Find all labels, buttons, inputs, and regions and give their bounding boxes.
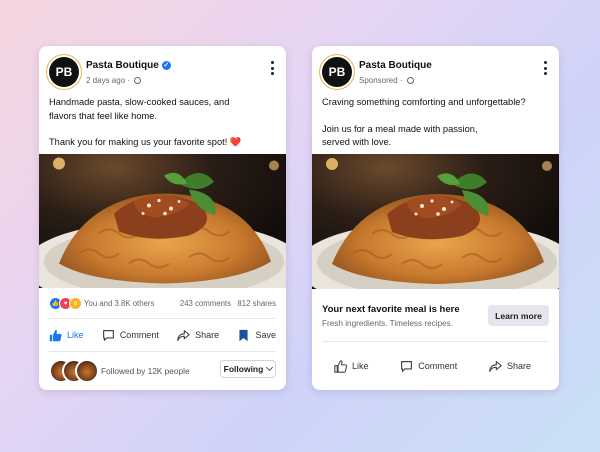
divider (322, 341, 549, 342)
page-name[interactable]: Pasta Boutique (359, 60, 432, 71)
more-options-icon[interactable] (543, 61, 547, 75)
share-label: Share (506, 361, 531, 371)
sponsored-label[interactable]: Sponsored (359, 76, 398, 85)
page-avatar[interactable]: PB (49, 57, 79, 87)
save-label: Save (255, 330, 276, 340)
pasta-photo (312, 154, 559, 289)
heart-emoji: ❤️ (229, 137, 242, 147)
post-text: Craving something comforting and unforge… (322, 96, 549, 163)
save-button[interactable]: Save (237, 329, 276, 342)
following-button[interactable]: Following (220, 360, 276, 378)
post-meta: Sponsored · (359, 76, 414, 85)
call-to-action: Your next favorite meal is here Fresh in… (322, 303, 549, 333)
followers-row: Followed by 12K people Following (49, 359, 276, 383)
page-name-text[interactable]: Pasta Boutique (86, 60, 159, 71)
post-actions: Like Comment Share Save (49, 325, 276, 345)
more-options-icon[interactable] (270, 61, 274, 75)
post-timestamp[interactable]: 2 days ago (86, 76, 125, 85)
sponsored-post-card: PB Pasta Boutique Sponsored · Craving so… (312, 46, 559, 390)
post-image[interactable] (39, 154, 286, 288)
cta-description: Fresh ingredients. Timeless recipes. (322, 319, 454, 328)
like-label: Like (67, 330, 84, 340)
post-actions: Like Comment Share (334, 356, 531, 376)
organic-post-card: PB Pasta Boutique ✓ 2 days ago · Handmade… (39, 46, 286, 390)
share-icon (489, 360, 502, 372)
post-text-line: Join us for a meal made with passion, (322, 123, 478, 134)
post-text-line: flavors that feel like home. (49, 110, 157, 121)
bookmark-icon (239, 329, 249, 341)
share-label: Share (195, 330, 220, 340)
following-label: Following (223, 364, 264, 374)
engagement-stats: 👍 ♥ o You and 3.8K others 243 comments 8… (49, 297, 276, 311)
post-header: PB Pasta Boutique Sponsored · (322, 57, 549, 89)
comment-label: Comment (119, 330, 159, 340)
page-avatar[interactable]: PB (322, 57, 352, 87)
wow-reaction-icon: o (69, 297, 82, 310)
divider (49, 318, 276, 319)
reactions-count[interactable]: You and 3.8K others (84, 299, 154, 308)
share-button[interactable]: Share (489, 360, 531, 373)
post-text-line: served with love. (322, 137, 392, 147)
comment-icon (102, 329, 114, 341)
comment-icon (401, 360, 413, 372)
globe-icon (134, 77, 142, 84)
verified-badge-icon: ✓ (161, 61, 171, 70)
divider (49, 351, 276, 352)
like-label: Like (352, 361, 369, 371)
post-text-line: Thank you for making us your favorite sp… (49, 137, 228, 147)
pasta-photo (39, 154, 286, 288)
post-text: Handmade pasta, slow-cooked sauces, and f… (49, 96, 276, 163)
share-button[interactable]: Share (177, 329, 219, 342)
share-icon (177, 329, 190, 341)
thumbs-up-icon (49, 329, 62, 341)
shares-count[interactable]: 812 shares (237, 299, 276, 308)
reaction-icons[interactable]: 👍 ♥ o (49, 297, 82, 310)
chevron-down-icon (266, 363, 274, 372)
page-name[interactable]: Pasta Boutique ✓ (86, 60, 171, 71)
cta-headline[interactable]: Your next favorite meal is here (322, 304, 460, 315)
like-button[interactable]: Like (49, 329, 84, 342)
post-text-line: Craving something comforting and unforge… (322, 97, 526, 107)
follower-avatar[interactable] (75, 359, 99, 383)
learn-more-button[interactable]: Learn more (488, 305, 549, 326)
comment-button[interactable]: Comment (102, 329, 159, 342)
comments-count[interactable]: 243 comments (180, 299, 231, 308)
comment-label: Comment (418, 361, 458, 371)
globe-icon (406, 77, 414, 84)
post-image[interactable] (312, 154, 559, 289)
comment-button[interactable]: Comment (400, 360, 457, 373)
post-text-line: Handmade pasta, slow-cooked sauces, and (49, 97, 230, 107)
like-button[interactable]: Like (334, 359, 369, 373)
post-meta: 2 days ago · (86, 76, 142, 85)
post-header: PB Pasta Boutique ✓ 2 days ago · (49, 57, 276, 89)
followed-by-text[interactable]: Followed by 12K people (101, 366, 190, 376)
thumbs-up-icon (334, 359, 347, 373)
